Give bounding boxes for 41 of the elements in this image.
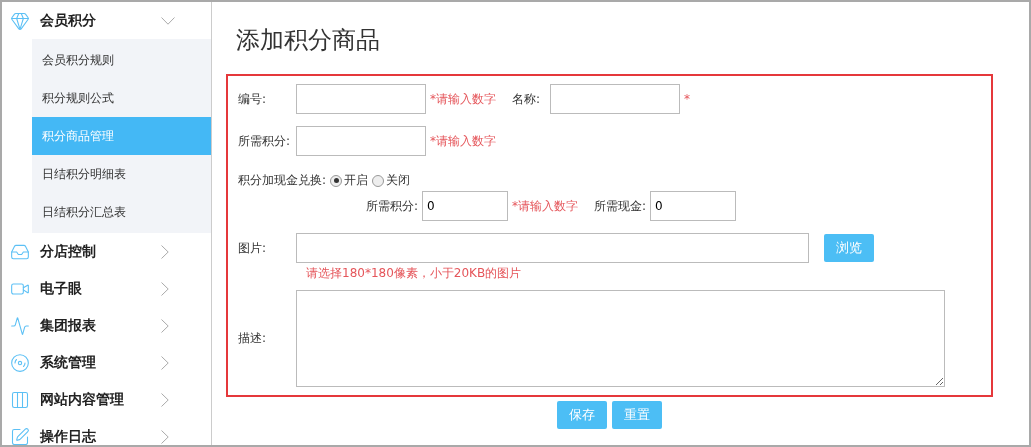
radio-button[interactable]: [372, 174, 385, 187]
sidebar-item[interactable]: 集团报表: [40, 316, 151, 335]
hint-text: *请输入数字: [512, 197, 579, 215]
page-title: 添加积分商品: [236, 25, 381, 56]
description-field[interactable]: [296, 290, 945, 387]
sidebar-item[interactable]: 分店控制: [40, 242, 151, 261]
sidebar-item[interactable]: 电子眼: [40, 279, 151, 298]
field-label: 编号:: [238, 90, 268, 108]
sidebar-item[interactable]: 操作日志: [40, 427, 151, 445]
input-field[interactable]: 0: [650, 191, 737, 221]
sidebar-subitem[interactable]: 日结积分汇总表: [32, 193, 211, 231]
field-label: 名称:: [512, 90, 541, 108]
hint-text: *: [684, 92, 691, 106]
sidebar-subitem[interactable]: 积分规则公式: [32, 79, 211, 117]
hint-text: 请选择180*180像素，小于20KB的图片: [306, 265, 522, 282]
radio-label: 关闭: [386, 172, 411, 189]
diamond-icon: [10, 10, 30, 31]
line-chart-icon: [10, 315, 30, 336]
input-field[interactable]: [550, 84, 681, 114]
field-label: 所需现金:: [594, 197, 647, 215]
field-label: 所需积分:: [238, 132, 292, 150]
input-field[interactable]: [296, 84, 426, 114]
field-label: 所需积分:: [366, 197, 419, 215]
field-label: 描述:: [238, 330, 268, 347]
input-field[interactable]: 0: [422, 191, 509, 221]
sidebar-item[interactable]: 网站内容管理: [40, 390, 151, 409]
disc-icon: [10, 352, 30, 373]
sidebar-subitem[interactable]: 日结积分明细表: [32, 155, 211, 193]
radio-button[interactable]: [330, 174, 343, 187]
columns-icon: [10, 389, 30, 410]
sidebar-item[interactable]: 会员积分: [40, 11, 151, 30]
sidebar-item[interactable]: 系统管理: [40, 353, 151, 372]
edit-icon: [10, 426, 30, 445]
hint-text: *请输入数字: [430, 132, 496, 150]
field-label: 积分加现金兑换:: [238, 172, 327, 189]
hint-text: *请输入数字: [430, 90, 496, 108]
input-field[interactable]: [296, 126, 426, 156]
radio-label: 开启: [344, 172, 369, 189]
sidebar-subitem[interactable]: 会员积分规则: [32, 41, 211, 79]
field-label: 图片:: [238, 239, 268, 257]
input-field[interactable]: [296, 233, 809, 263]
